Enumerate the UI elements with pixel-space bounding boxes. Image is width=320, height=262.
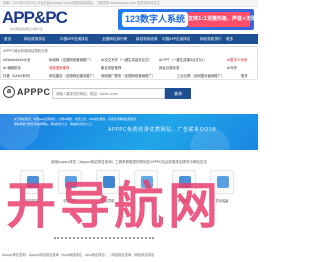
hero-line-1: 关于网址收录：中国app应用排名，全网ai导航，站长之家，APP站长推荐，有效宣… (14, 117, 137, 121)
search-logo-icon: a (3, 86, 15, 98)
search-button[interactable]: 查询 (165, 88, 191, 99)
nav-item[interactable]: 新站导航收录 (136, 34, 158, 44)
hero-banner[interactable]: 关于网址收录：中国app应用排名，全网ai导航，站长之家，APP站长推荐，有效宣… (0, 114, 258, 150)
category-title: APPPC网址收录网址导航分类 (3, 49, 48, 53)
main-nav: 首页 网址收录排名 中国APP应用排名 全国网址排行榜 新站导航收录 中国APP… (0, 34, 258, 44)
category-box: APPPC网址收录网址导航分类 AIDeepSeek大全 私域网（全国网络营销推… (0, 46, 258, 80)
site-logo[interactable]: APP&PC 中文网站的网址分类大全 (2, 8, 68, 32)
search-logo-word: APPPC (17, 87, 51, 97)
category-link[interactable]: AI写作 (227, 65, 237, 70)
hero-line-2: 网站导航分类目录收录网站，网站收录大全，网站收录提交入口 (14, 122, 93, 126)
top-notice-text: 说明：2023年5月15日 平台已经从appgc.com迁移到此新域名，了解详情… (3, 1, 160, 5)
nav-item[interactable]: 网站导航排行 (200, 34, 222, 44)
ad-banner-title: 123数字人系统 (122, 12, 189, 27)
nav-item[interactable]: 中国APP应用排名 (162, 34, 190, 44)
search-input[interactable] (52, 88, 165, 99)
category-link[interactable]: 网址目录收录 (159, 65, 179, 70)
intro-text: 使用Apppc排名（Apppc网站排名查询）工具来获取您的网站在APPPC站点收… (51, 160, 207, 164)
category-link[interactable]: 聚合导航推荐 (101, 65, 121, 70)
nav-item[interactable]: 中国APP应用排名 (60, 34, 88, 44)
category-link[interactable]: AI 编程助手 (3, 65, 21, 70)
logo-subtitle: 中文网站的网址分类大全 (10, 27, 44, 31)
nav-item[interactable]: 更多 (226, 34, 233, 44)
category-link[interactable]: 网站建设（全国网站建设推广） (49, 73, 96, 78)
category-more-link[interactable]: 更多 (241, 73, 248, 78)
ad-banner-pitch: 支持1:1克隆形象、声音+无限多开 (188, 12, 254, 27)
top-notice-bar: 说明：2023年5月15日 平台已经从appgc.com迁移到此新域名，了解详情… (0, 0, 258, 7)
footer-text: Apppc排名查询，Apppc网站排名查询（App网站排名，App综合排名），网… (2, 253, 155, 257)
logo-text: APP&PC (2, 8, 68, 27)
nav-item[interactable]: 网址收录排名 (24, 34, 46, 44)
watermark-text: 开导航网 (6, 178, 222, 234)
nav-item-home[interactable]: 首页 (4, 34, 11, 44)
category-link[interactable]: AI论文写作（一键生成高效论文） (101, 57, 152, 62)
nav-item[interactable]: 全国网址排行榜 (102, 34, 127, 44)
category-link[interactable]: 私域网（全国网络营销推广） (49, 57, 93, 62)
category-link[interactable]: AIDeepSeek大全 (3, 57, 30, 62)
hero-ad-text: APPPC免费收录优质网站，广告联系QQ38 (108, 127, 217, 133)
category-link[interactable]: 深度搜索推荐 (49, 65, 69, 70)
category-link[interactable]: 工业互联（全网整合营销推广） (177, 73, 224, 78)
ad-banner[interactable]: 123数字人系统 支持1:1克隆形象、声音+无限多开 (118, 9, 254, 30)
category-link[interactable]: AI PPT（一键生成演示幻灯片） (159, 57, 207, 62)
category-link[interactable]: AI数字人系统 (227, 57, 247, 62)
category-link[interactable]: 网络推广服务（全国网络营销推广） (101, 73, 155, 78)
category-link[interactable]: 抖音（SAAS系列） (3, 73, 32, 78)
divider (54, 236, 154, 239)
